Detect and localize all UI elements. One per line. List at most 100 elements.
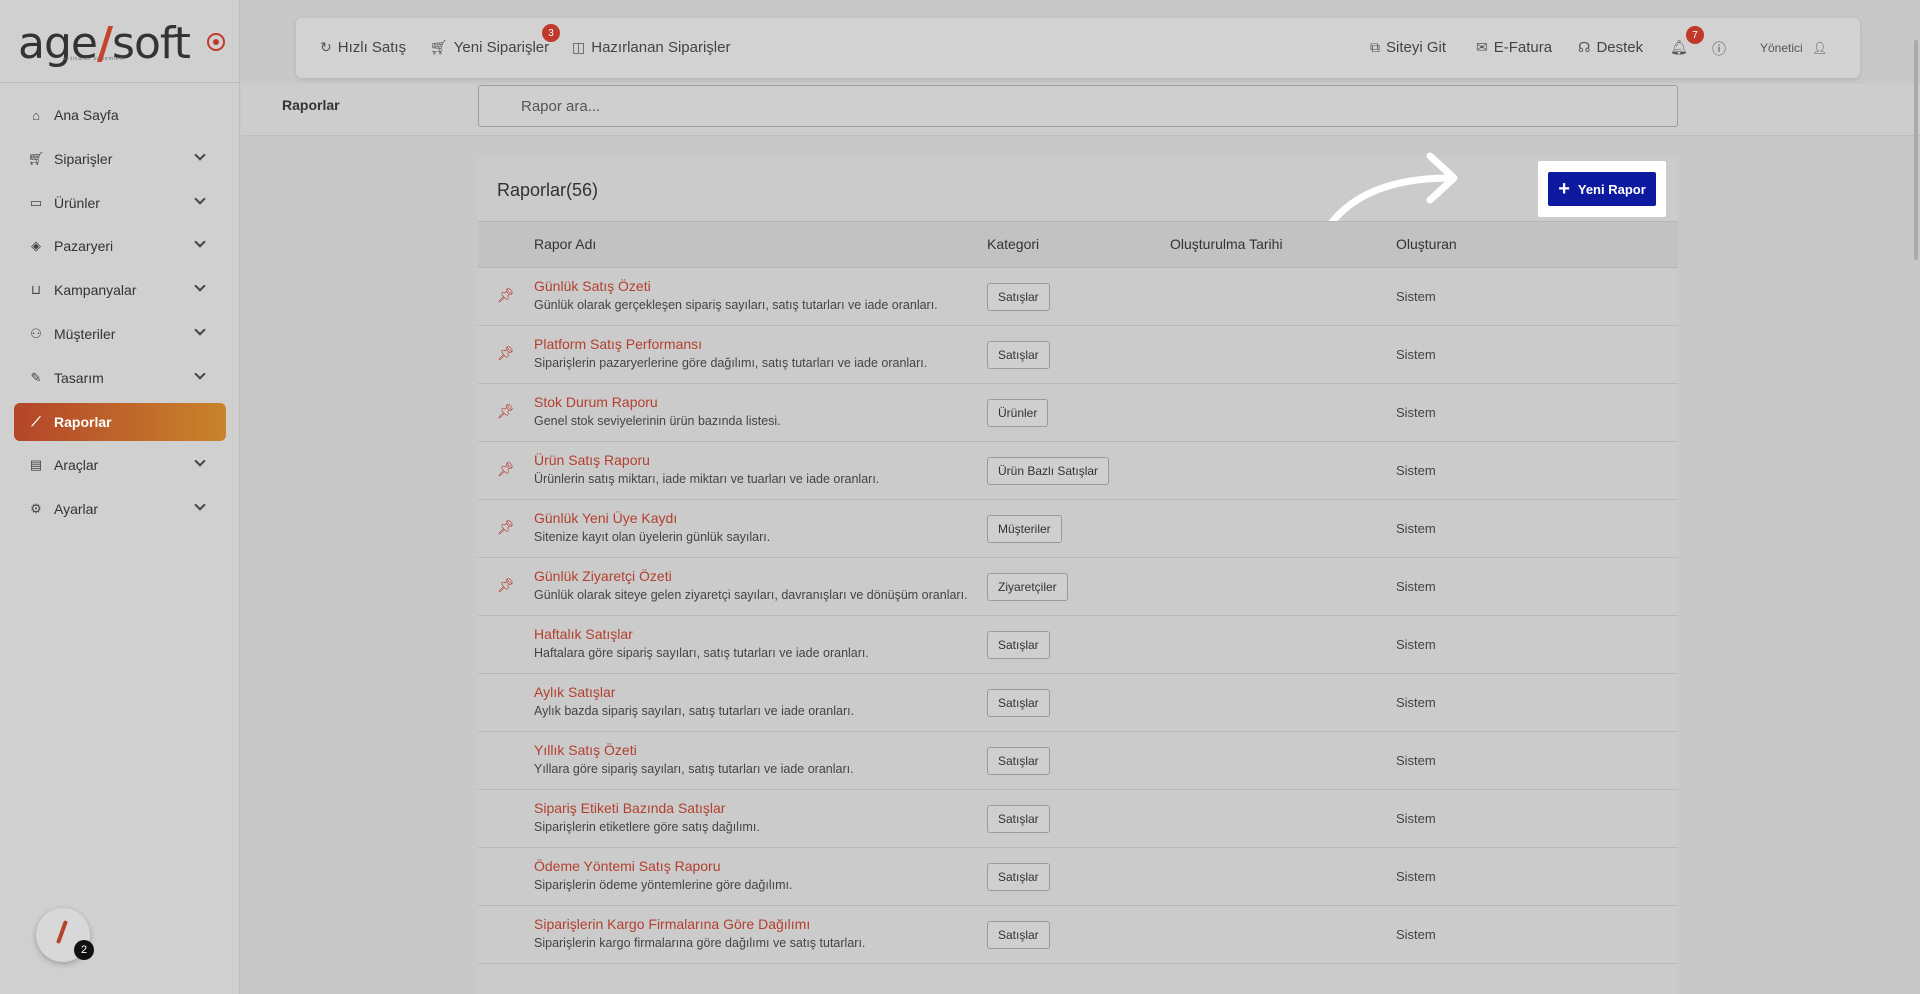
creator-cell: Sistem: [1396, 289, 1436, 304]
creator-cell: Sistem: [1396, 753, 1436, 768]
creator-cell: Sistem: [1396, 695, 1436, 710]
report-description: Genel stok seviyelerinin ürün bazında li…: [534, 414, 781, 428]
chevron-down-icon: [194, 324, 206, 336]
table-row[interactable]: 📌︎ Platform Satış Performansı Siparişlerin…: [478, 326, 1678, 384]
sidebar: age/soft e-ticaret sistemleri ⌂ Ana Sayfa…: [0, 0, 240, 994]
target-icon[interactable]: [207, 33, 225, 51]
chart-icon: ⟋: [31, 413, 41, 429]
category-badge: Satışlar: [987, 805, 1050, 833]
quick-sale-icon: ↻: [320, 39, 332, 55]
box-icon: ◫: [572, 39, 586, 55]
creator-cell: Sistem: [1396, 869, 1436, 884]
report-name-link[interactable]: Stok Durum Raporu: [534, 394, 658, 410]
sidebar-item-label: Ürünler: [54, 194, 100, 211]
creator-cell: Sistem: [1396, 405, 1436, 420]
table-row[interactable]: Sipariş Etiketi Bazında Satışlar Siparişl…: [478, 790, 1678, 848]
chevron-down-icon: [194, 499, 206, 511]
einvoice-link[interactable]: ✉︎ E-Fatura: [1476, 39, 1552, 56]
sidebar-item-4[interactable]: ⊔ Kampanyalar: [14, 271, 226, 309]
sidebar-item-0[interactable]: ⌂ Ana Sayfa: [14, 96, 226, 134]
new-report-label: Yeni Rapor: [1577, 181, 1646, 197]
column-header-created-at[interactable]: Oluşturulma Tarihi: [1170, 236, 1283, 252]
quick-sale-link[interactable]: ↻ Hızlı Satış: [320, 39, 406, 56]
table-row[interactable]: Haftalık Satışlar Haftalara göre sipariş …: [478, 616, 1678, 674]
table-row[interactable]: 📌︎ Stok Durum Raporu Genel stok seviyeleri…: [478, 384, 1678, 442]
book-icon: ▭: [29, 194, 43, 210]
sidebar-item-label: Ana Sayfa: [54, 107, 119, 123]
report-name-link[interactable]: Aylık Satışlar: [534, 684, 615, 700]
report-name-link[interactable]: Günlük Ziyaretçi Özeti: [534, 568, 672, 584]
sidebar-item-9[interactable]: ⚙ Ayarlar: [14, 490, 226, 528]
new-orders-badge: 3: [542, 24, 560, 42]
creator-cell: Sistem: [1396, 521, 1436, 536]
pin-icon[interactable]: 📌︎: [497, 577, 515, 594]
pin-icon[interactable]: 📌︎: [497, 519, 515, 536]
sidebar-item-8[interactable]: ▤ Araçlar: [14, 446, 226, 484]
report-name-link[interactable]: Siparişlerin Kargo Firmalarına Göre Dağı…: [534, 916, 810, 932]
table-row[interactable]: Siparişlerin Kargo Firmalarına Göre Dağı…: [478, 906, 1678, 964]
report-description: Siparişlerin etiketlere göre satış dağıl…: [534, 820, 760, 834]
sidebar-item-label: Raporlar: [54, 413, 112, 430]
report-name-link[interactable]: Günlük Satış Özeti: [534, 278, 651, 294]
creator-cell: Sistem: [1396, 347, 1436, 362]
page-title: Raporlar: [282, 97, 340, 113]
visit-site-link[interactable]: ⧉ Siteyi Git: [1370, 39, 1446, 56]
chevron-down-icon: [194, 280, 206, 292]
search-input[interactable]: [478, 85, 1678, 127]
report-name-link[interactable]: Ürün Satış Raporu: [534, 452, 650, 468]
table-row[interactable]: Yıllık Satış Özeti Yıllara göre sipariş s…: [478, 732, 1678, 790]
report-name-link[interactable]: Günlük Yeni Üye Kaydı: [534, 510, 677, 526]
einvoice-label: E-Fatura: [1493, 39, 1553, 56]
report-name-link[interactable]: Ödeme Yöntemi Satış Raporu: [534, 858, 721, 874]
card-title: Raporlar(56): [497, 180, 599, 200]
info-button[interactable]: ⓘ: [1712, 39, 1732, 59]
column-header-category[interactable]: Kategori: [987, 236, 1039, 252]
help-badge: 2: [74, 940, 94, 960]
table-header: Rapor Adı Kategori Oluşturulma Tarihi Ol…: [478, 221, 1678, 268]
sidebar-item-label: Siparişler: [54, 150, 113, 167]
new-report-button[interactable]: + Yeni Rapor: [1548, 172, 1656, 206]
pin-icon[interactable]: 📌︎: [497, 287, 515, 304]
external-icon: ⧉: [1370, 39, 1380, 55]
sidebar-item-7[interactable]: ⟋ Raporlar: [14, 402, 226, 441]
pin-icon[interactable]: 📌︎: [497, 345, 515, 362]
sidebar-item-5[interactable]: ⚇ Müşteriler: [14, 315, 226, 353]
sidebar-item-3[interactable]: ◈ Pazaryeri: [14, 227, 226, 265]
table-row[interactable]: Ödeme Yöntemi Satış Raporu Siparişlerin ö…: [478, 848, 1678, 906]
support-link[interactable]: ☊ Destek: [1578, 39, 1643, 56]
chevron-down-icon: [194, 236, 206, 249]
category-badge: Müşteriler: [987, 515, 1062, 543]
table-row[interactable]: 📌︎ Günlük Ziyaretçi Özeti Günlük olarak si…: [478, 558, 1678, 616]
column-header-creator[interactable]: Oluşturan: [1396, 236, 1457, 252]
quick-sale-label: Hızlı Satış: [337, 39, 407, 56]
sidebar-item-2[interactable]: ▭ Ürünler: [14, 184, 226, 222]
pin-icon[interactable]: 📌︎: [497, 403, 515, 420]
column-header-name[interactable]: Rapor Adı: [534, 236, 596, 252]
sidebar-item-1[interactable]: 🛒︎ Siparişler: [14, 140, 226, 178]
sidebar-item-label: Kampanyalar: [54, 282, 137, 299]
category-badge: Satışlar: [987, 689, 1050, 717]
table-row[interactable]: 📌︎ Ürün Satış Raporu Ürünlerin satış mikta…: [478, 442, 1678, 500]
sidebar-item-label: Müşteriler: [54, 325, 116, 342]
table-row[interactable]: 📌︎ Günlük Satış Özeti Günlük olarak gerçek…: [478, 268, 1678, 326]
user-icon: ⚇: [30, 325, 42, 341]
table-row[interactable]: 📌︎ Günlük Yeni Üye Kaydı Sitenize kayıt ol…: [478, 500, 1678, 558]
report-name-link[interactable]: Platform Satış Performansı: [534, 336, 702, 352]
user-menu[interactable]: Yönetici 👤︎: [1760, 41, 1827, 55]
report-description: Günlük olarak gerçekleşen sipariş sayıla…: [534, 298, 938, 312]
home-icon: ⌂: [32, 107, 40, 123]
report-name-link[interactable]: Yıllık Satış Özeti: [534, 742, 637, 758]
table-row[interactable]: Aylık Satışlar Aylık bazda sipariş sayıla…: [478, 674, 1678, 732]
report-description: Siparişlerin pazaryerlerine göre dağılım…: [534, 356, 928, 370]
sidebar-item-6[interactable]: ✎ Tasarım: [14, 359, 226, 397]
report-name-link[interactable]: Haftalık Satışlar: [534, 626, 633, 642]
new-orders-link[interactable]: 🛒︎ Yeni Siparişler: [430, 39, 549, 56]
preparing-orders-link[interactable]: ◫ Hazırlanan Siparişler: [572, 39, 730, 56]
scrollbar[interactable]: [1914, 40, 1918, 260]
pin-icon[interactable]: 📌︎: [497, 461, 515, 478]
basket-icon: ⊔: [30, 282, 42, 298]
chevron-down-icon: [194, 192, 206, 205]
category-badge: Ziyaretçiler: [987, 573, 1068, 601]
report-name-link[interactable]: Sipariş Etiketi Bazında Satışlar: [534, 800, 725, 816]
creator-cell: Sistem: [1396, 811, 1436, 826]
